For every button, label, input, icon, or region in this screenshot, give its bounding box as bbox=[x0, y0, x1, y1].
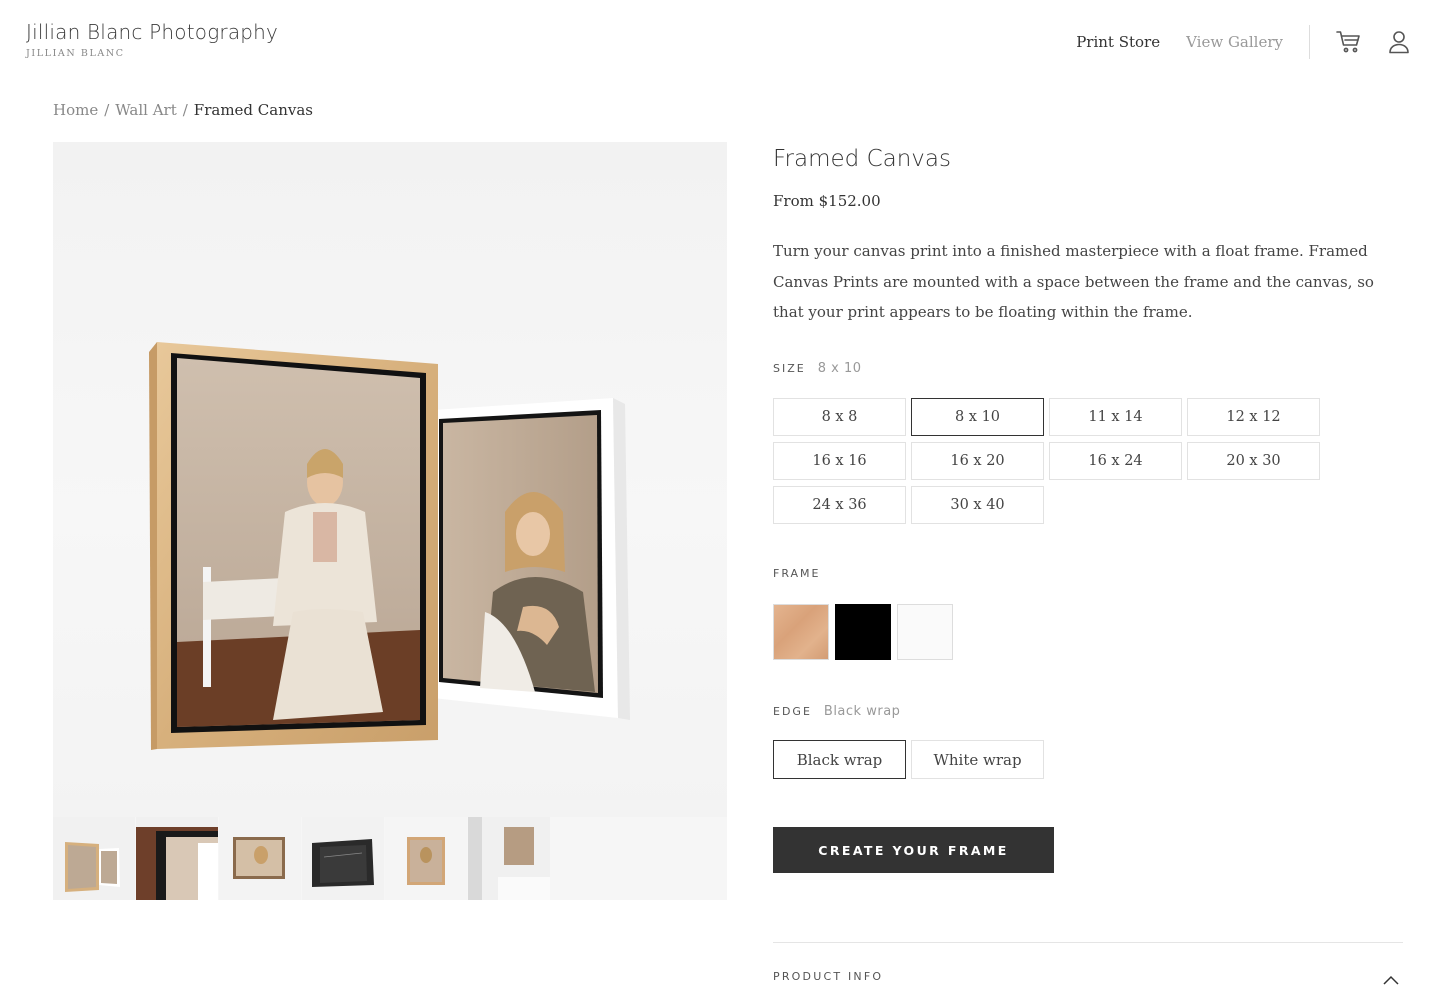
size-selected-value: 8 x 10 bbox=[817, 361, 862, 376]
size-option-label: SIZE 8 x 10 bbox=[773, 361, 862, 376]
size-label: SIZE bbox=[773, 362, 806, 375]
size-option-8x8[interactable]: 8 x 8 bbox=[773, 398, 906, 436]
size-option-8x10[interactable]: 8 x 10 bbox=[911, 398, 1044, 436]
breadcrumb-home[interactable]: Home bbox=[53, 101, 98, 119]
frame-options bbox=[773, 604, 953, 660]
create-your-frame-button[interactable]: CREATE YOUR FRAME bbox=[773, 827, 1054, 873]
product-main-image[interactable] bbox=[53, 142, 727, 817]
edge-label: EDGE bbox=[773, 705, 812, 718]
thumbnail-strip bbox=[53, 817, 727, 900]
size-option-16x20[interactable]: 16 x 20 bbox=[911, 442, 1044, 480]
frame-option-label: FRAME bbox=[773, 567, 821, 580]
user-icon[interactable] bbox=[1386, 29, 1412, 55]
breadcrumb: Home / Wall Art / Framed Canvas bbox=[53, 101, 313, 119]
wood-framed-canvas bbox=[149, 342, 438, 750]
nav-divider bbox=[1309, 25, 1310, 59]
size-option-12x12[interactable]: 12 x 12 bbox=[1187, 398, 1320, 436]
nav-print-store[interactable]: Print Store bbox=[1076, 33, 1160, 51]
edge-option-black-wrap[interactable]: Black wrap bbox=[773, 740, 906, 779]
size-option-16x16[interactable]: 16 x 16 bbox=[773, 442, 906, 480]
top-nav: Print Store View Gallery bbox=[1076, 0, 1450, 84]
size-option-30x40[interactable]: 30 x 40 bbox=[911, 486, 1044, 524]
frame-swatch-wood[interactable] bbox=[773, 604, 829, 660]
edge-selected-value: Black wrap bbox=[823, 704, 901, 719]
product-price: From $152.00 bbox=[773, 192, 881, 210]
edge-option-white-wrap[interactable]: White wrap bbox=[911, 740, 1044, 779]
thumbnail-6[interactable] bbox=[468, 817, 550, 900]
size-option-24x36[interactable]: 24 x 36 bbox=[773, 486, 906, 524]
size-option-16x24[interactable]: 16 x 24 bbox=[1049, 442, 1182, 480]
brand-logo[interactable]: Jillian Blanc Photography JILLIAN BLANC bbox=[26, 20, 278, 59]
thumbnail-2[interactable] bbox=[136, 817, 218, 900]
thumbnail-1[interactable] bbox=[53, 817, 135, 900]
thumbnail-5[interactable] bbox=[385, 817, 467, 900]
breadcrumb-wall-art[interactable]: Wall Art bbox=[115, 101, 176, 119]
edge-option-label: EDGE Black wrap bbox=[773, 704, 900, 719]
cart-icon[interactable] bbox=[1336, 29, 1362, 55]
edge-options: Black wrap White wrap bbox=[773, 740, 1044, 779]
frame-swatch-white[interactable] bbox=[897, 604, 953, 660]
brand-subtitle: JILLIAN BLANC bbox=[26, 48, 125, 59]
size-options: 8 x 8 8 x 10 11 x 14 12 x 12 16 x 16 16 … bbox=[773, 398, 1320, 524]
white-canvas-print bbox=[433, 398, 630, 720]
frame-swatch-black[interactable] bbox=[835, 604, 891, 660]
size-option-20x30[interactable]: 20 x 30 bbox=[1187, 442, 1320, 480]
size-option-11x14[interactable]: 11 x 14 bbox=[1049, 398, 1182, 436]
product-details: Framed Canvas From $152.00 Turn your can… bbox=[773, 142, 1403, 985]
product-title: Framed Canvas bbox=[773, 146, 951, 172]
product-info-accordion[interactable]: PRODUCT INFO bbox=[773, 942, 1403, 1004]
breadcrumb-separator: / bbox=[182, 101, 188, 119]
thumbnail-4[interactable] bbox=[302, 817, 384, 900]
nav-view-gallery[interactable]: View Gallery bbox=[1186, 33, 1283, 51]
chevron-up-icon[interactable] bbox=[1383, 970, 1399, 989]
breadcrumb-separator: / bbox=[104, 101, 110, 119]
breadcrumb-current: Framed Canvas bbox=[193, 101, 313, 119]
thumbnail-3[interactable] bbox=[219, 817, 301, 900]
brand-title[interactable]: Jillian Blanc Photography bbox=[26, 20, 278, 44]
product-description: Turn your canvas print into a finished m… bbox=[773, 242, 1374, 321]
frame-label: FRAME bbox=[773, 567, 821, 580]
product-info-label: PRODUCT INFO bbox=[773, 970, 884, 983]
